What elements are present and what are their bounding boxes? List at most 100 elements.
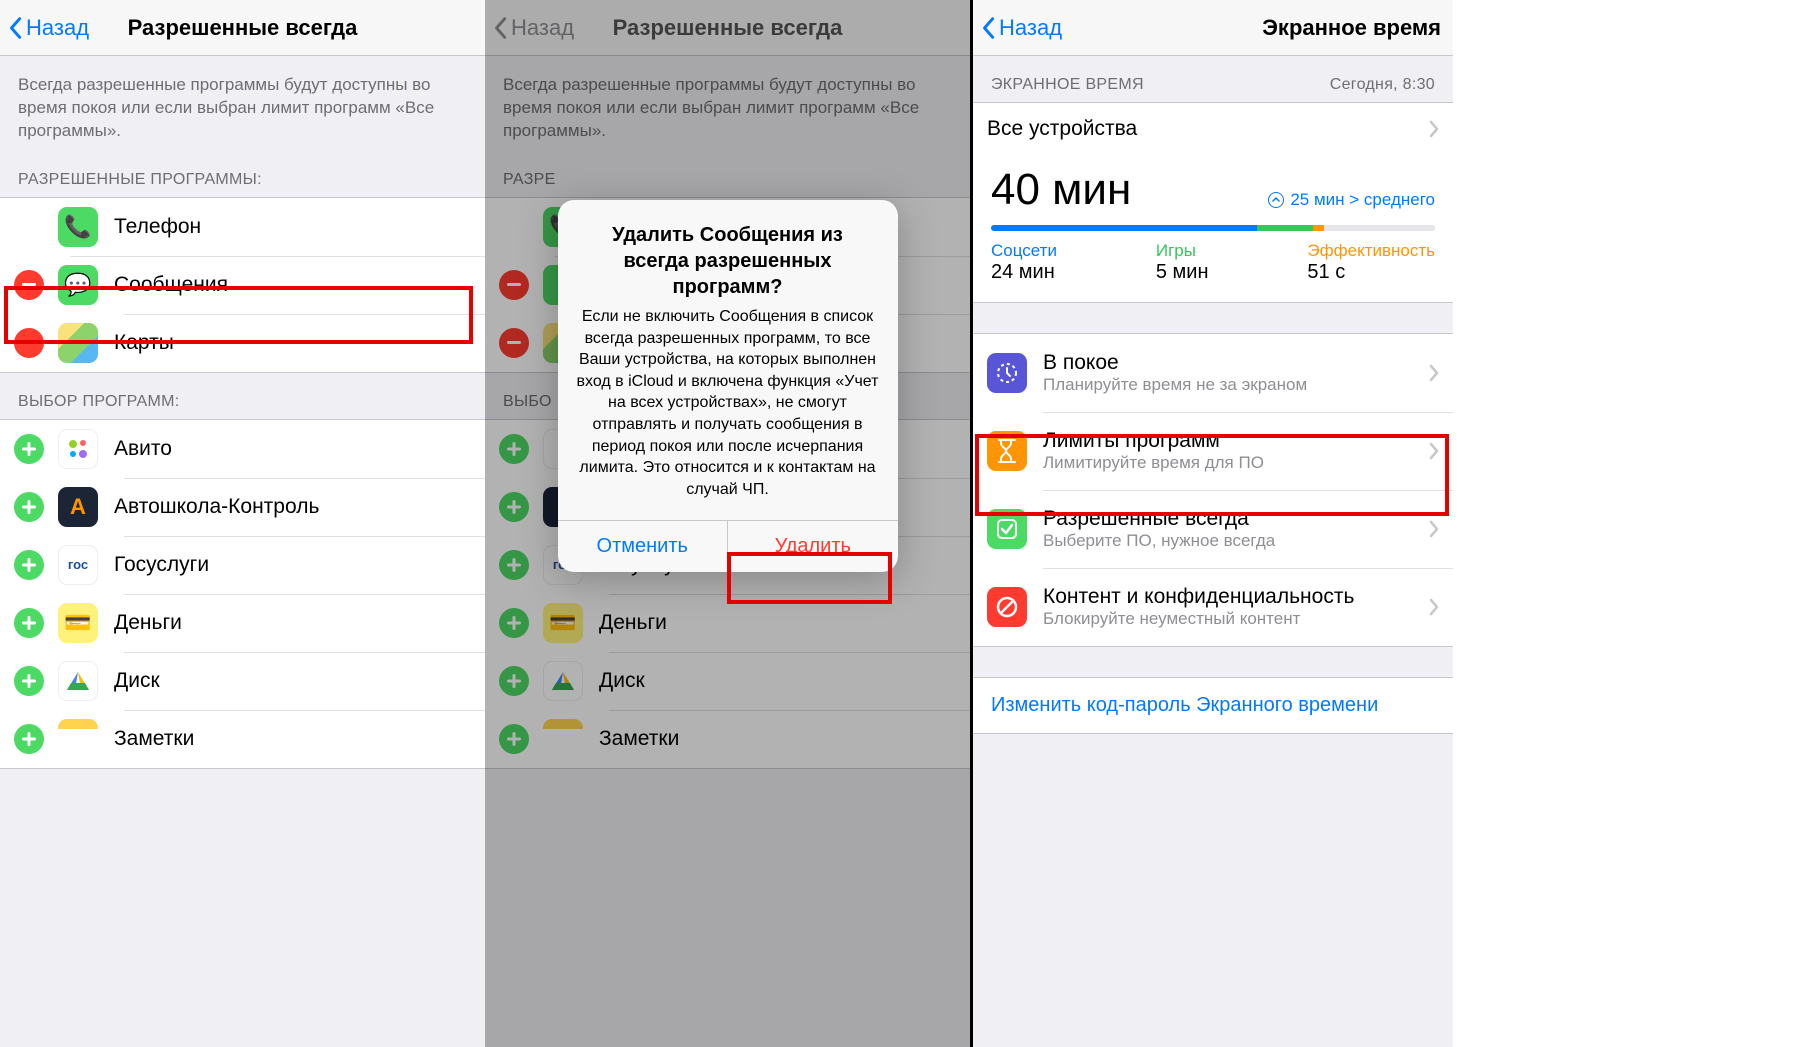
add-button[interactable] (14, 666, 44, 696)
app-row[interactable]: Диск (0, 652, 485, 710)
devices-label: Все устройства (987, 117, 1429, 141)
alert-buttons: Отменить Удалить (558, 520, 898, 572)
back-label: Назад (26, 15, 89, 41)
app-label: Сообщения (114, 273, 471, 297)
app-row[interactable]: 💳 Деньги (0, 594, 485, 652)
phone-icon: 📞 (58, 207, 98, 247)
app-label: Госуслуги (114, 553, 471, 577)
usage-seg-empty (1324, 225, 1435, 231)
usage-legend: Соцсети 24 мин Игры 5 мин Эффективность … (973, 241, 1453, 302)
remove-button[interactable] (14, 270, 44, 300)
chevron-right-icon (1429, 598, 1439, 616)
downtime-icon (987, 353, 1027, 393)
usage-seg-productivity (1313, 225, 1324, 231)
features-list: В покое Планируйте время не за экраном Л… (973, 333, 1453, 647)
chevron-right-icon (1429, 442, 1439, 460)
disk-icon (58, 661, 98, 701)
app-label: Авито (114, 437, 471, 461)
total-value: 40 мин (991, 165, 1131, 215)
navbar: Назад Экранное время (973, 0, 1453, 56)
feature-always-allowed[interactable]: Разрешенные всегда Выберите ПО, нужное в… (973, 490, 1453, 568)
pane-always-allowed-alert: Назад Разрешенные всегда Всегда разрешен… (485, 0, 970, 1047)
confirm-alert: Удалить Сообщения из всегда разрешенных … (558, 200, 898, 572)
app-label: Диск (114, 669, 471, 693)
usage-seg-social (991, 225, 1257, 231)
navbar: Назад Разрешенные всегда (0, 0, 485, 56)
gosuslugi-icon: гос (58, 545, 98, 585)
usage-bar (991, 225, 1435, 231)
legend-col-productivity: Эффективность 51 с (1307, 241, 1435, 284)
delete-button[interactable]: Удалить (727, 521, 898, 572)
add-button[interactable] (14, 434, 44, 464)
feature-sub: Выберите ПО, нужное всегда (1043, 531, 1429, 551)
cancel-button[interactable]: Отменить (558, 521, 728, 572)
legend-label: Игры (1156, 241, 1209, 261)
section-header-choose: ВЫБОР ПРОГРАММ: (0, 373, 485, 419)
feature-content-privacy[interactable]: Контент и конфиденциальность Блокируйте … (973, 568, 1453, 646)
app-row[interactable]: Заметки (0, 710, 485, 768)
delta-indicator: 25 мин > среднего (1268, 190, 1435, 210)
arrow-up-icon (1268, 192, 1284, 208)
add-button[interactable] (14, 492, 44, 522)
maps-icon (58, 323, 98, 363)
section-header-allowed: РАЗРЕШЕННЫЕ ПРОГРАММЫ: (0, 151, 485, 197)
pane-screen-time: Назад Экранное время ЭКРАННОЕ ВРЕМЯ Сего… (973, 0, 1453, 1047)
chevron-left-icon (8, 16, 22, 40)
stats-block: Все устройства 40 мин 25 мин > среднего … (973, 102, 1453, 303)
page-title: Экранное время (1262, 15, 1441, 41)
app-label: Телефон (114, 215, 471, 239)
choose-list: Авито A Автошкола-Контроль гос Госуслуги… (0, 419, 485, 769)
page-title: Разрешенные всегда (128, 15, 358, 41)
app-label: Карты (114, 331, 471, 355)
legend-label: Соцсети (991, 241, 1057, 261)
app-label: Заметки (114, 727, 471, 751)
content-privacy-icon (987, 587, 1027, 627)
app-row-messages[interactable]: 💬 Сообщения (0, 256, 485, 314)
feature-title: Контент и конфиденциальность (1043, 585, 1429, 609)
legend-value: 5 мин (1156, 261, 1209, 284)
chevron-right-icon (1429, 520, 1439, 538)
section-header-screentime: ЭКРАННОЕ ВРЕМЯ Сегодня, 8:30 (973, 56, 1453, 102)
always-allowed-icon (987, 509, 1027, 549)
section-description: Всегда разрешенные программы будут досту… (0, 56, 485, 151)
remove-button[interactable] (14, 328, 44, 358)
add-button[interactable] (14, 608, 44, 638)
total-time: 40 мин 25 мин > среднего (973, 155, 1453, 219)
legend-value: 51 с (1307, 261, 1435, 284)
add-button[interactable] (14, 724, 44, 754)
app-limits-icon (987, 431, 1027, 471)
app-row-phone[interactable]: 📞 Телефон (0, 198, 485, 256)
app-label: Деньги (114, 611, 471, 635)
devices-row[interactable]: Все устройства (973, 103, 1453, 155)
avito-icon (58, 429, 98, 469)
allowed-list: 📞 Телефон 💬 Сообщения Карты (0, 197, 485, 373)
legend-col-social: Соцсети 24 мин (991, 241, 1057, 284)
app-row[interactable]: гос Госуслуги (0, 536, 485, 594)
chevron-left-icon (981, 16, 995, 40)
back-button[interactable]: Назад (8, 15, 89, 41)
money-icon: 💳 (58, 603, 98, 643)
app-row[interactable]: Авито (0, 420, 485, 478)
feature-app-limits[interactable]: Лимиты программ Лимитируйте время для ПО (973, 412, 1453, 490)
chevron-right-icon (1429, 364, 1439, 382)
timestamp: Сегодня, 8:30 (1330, 76, 1435, 94)
alert-body: Если не включить Сообщения в список всег… (558, 306, 898, 520)
app-row[interactable]: A Автошкола-Контроль (0, 478, 485, 536)
section-label: ЭКРАННОЕ ВРЕМЯ (991, 76, 1144, 94)
app-row-maps[interactable]: Карты (0, 314, 485, 372)
change-passcode-link[interactable]: Изменить код-пароль Экранного времени (973, 677, 1453, 734)
add-button[interactable] (14, 550, 44, 580)
school-icon: A (58, 487, 98, 527)
feature-title: В покое (1043, 351, 1429, 375)
legend-label: Эффективность (1307, 241, 1435, 261)
feature-downtime[interactable]: В покое Планируйте время не за экраном (973, 334, 1453, 412)
feature-sub: Планируйте время не за экраном (1043, 375, 1429, 395)
app-label: Автошкола-Контроль (114, 495, 471, 519)
alert-title: Удалить Сообщения из всегда разрешенных … (558, 200, 898, 306)
legend-col-games: Игры 5 мин (1156, 241, 1209, 284)
legend-value: 24 мин (991, 261, 1057, 284)
usage-seg-games (1257, 225, 1313, 231)
notes-icon (58, 719, 98, 759)
back-button[interactable]: Назад (981, 15, 1062, 41)
feature-title: Разрешенные всегда (1043, 507, 1429, 531)
